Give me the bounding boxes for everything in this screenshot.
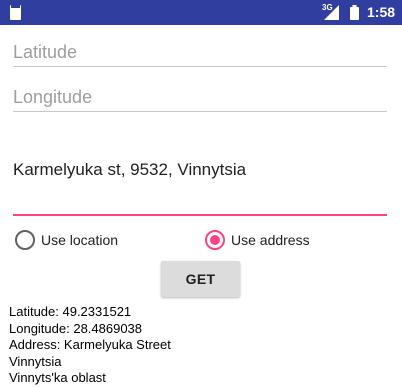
result-line: Longitude: 28.4869038: [9, 320, 143, 336]
sd-card-icon: [10, 5, 21, 20]
result-text: Latitude: 49.2331521 Longitude: 28.48690…: [9, 304, 399, 387]
result-line: Address: Karmelyuka Street: [9, 337, 171, 352]
use-location-label: Use location: [41, 232, 119, 248]
latitude-placeholder: Latitude: [13, 42, 78, 62]
status-clock: 1:58: [367, 4, 396, 20]
use-address-label: Use address: [231, 232, 310, 248]
result-line: Vinnyts'ka oblast: [9, 370, 106, 385]
latitude-input[interactable]: Latitude: [13, 42, 387, 68]
result-line: Latitude: 49.2331521: [9, 304, 132, 319]
longitude-placeholder: Longitude: [13, 87, 93, 107]
radio-checked-icon: [205, 230, 225, 250]
use-address-radio[interactable]: Use address: [205, 228, 310, 252]
address-value: Karmelyuka st, 9532, Vinnytsia: [13, 160, 247, 179]
status-bar: 3G 1:58: [0, 0, 402, 25]
result-line: Vinnytsia: [9, 353, 62, 369]
longitude-input[interactable]: Longitude: [13, 87, 387, 113]
signal-icon: [324, 5, 339, 20]
radio-unchecked-icon: [15, 230, 35, 250]
get-button[interactable]: GET: [161, 261, 240, 297]
latitude-underline: [13, 66, 387, 67]
address-input[interactable]: Karmelyuka st, 9532, Vinnytsia: [13, 160, 387, 218]
longitude-underline: [13, 111, 387, 112]
address-underline-focused: [13, 214, 387, 216]
use-location-radio[interactable]: Use location: [15, 228, 118, 252]
battery-icon: [350, 5, 359, 20]
